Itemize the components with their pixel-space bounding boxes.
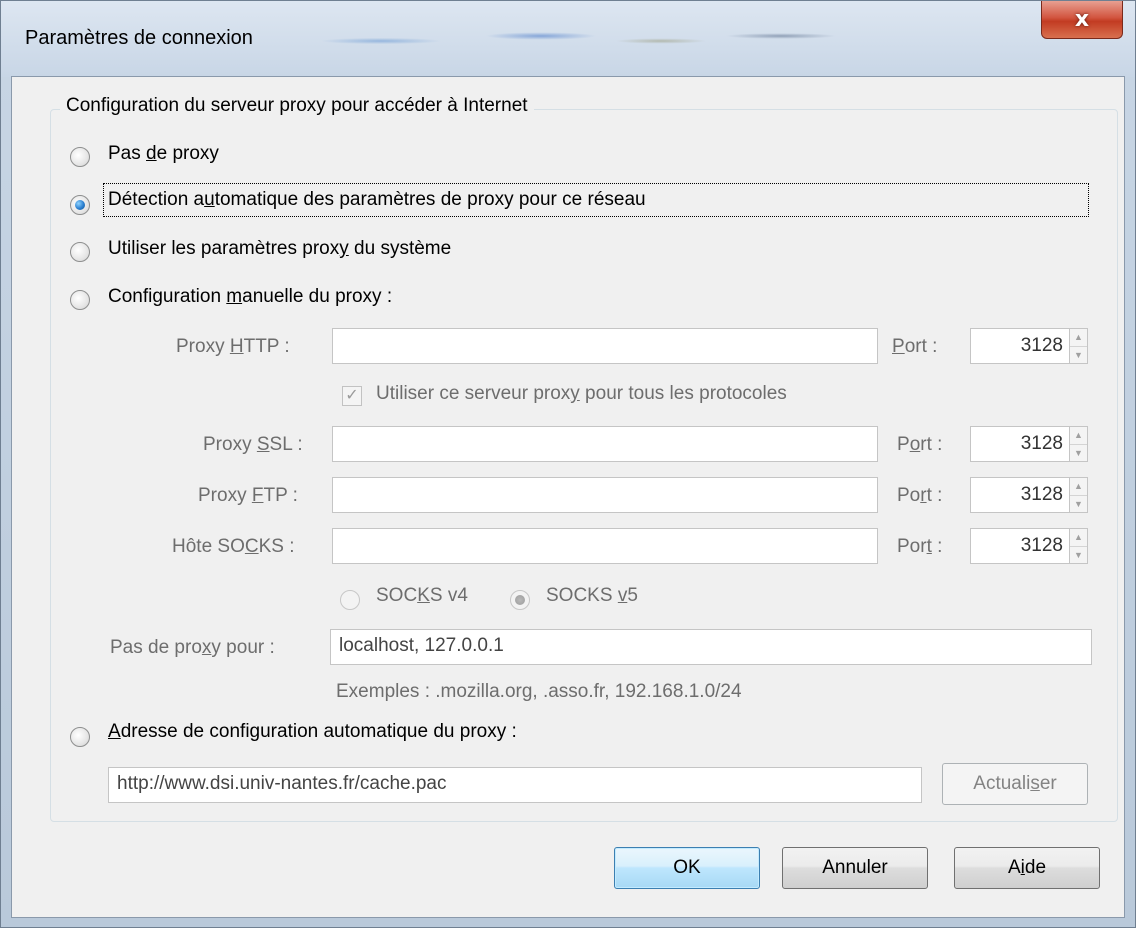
- share-settings-checkbox[interactable]: ✓: [342, 386, 362, 406]
- close-button[interactable]: x: [1041, 1, 1123, 39]
- radio-auto-detect[interactable]: [70, 195, 90, 215]
- ok-button[interactable]: OK: [614, 847, 760, 889]
- radio-no-proxy[interactable]: [70, 147, 90, 167]
- spin-up-icon[interactable]: ▲: [1070, 329, 1087, 347]
- radio-socks-v5-label[interactable]: SOCKS v5: [546, 585, 638, 607]
- http-port-field[interactable]: 3128: [970, 328, 1070, 364]
- pac-url-input[interactable]: http://www.dsi.univ-nantes.fr/cache.pac: [108, 767, 922, 803]
- no-proxy-examples: Exemples : .mozilla.org, .asso.fr, 192.1…: [336, 681, 742, 702]
- radio-system-proxy-label[interactable]: Utiliser les paramètres proxy du système: [108, 238, 451, 260]
- share-settings-label[interactable]: Utiliser ce serveur proxy pour tous les …: [376, 383, 787, 405]
- http-proxy-label: Proxy HTTP :: [176, 336, 290, 357]
- reload-pac-button[interactable]: Actuali s er: [942, 763, 1088, 805]
- spin-down-icon[interactable]: ▼: [1070, 547, 1087, 564]
- radio-socks-v4-label[interactable]: SOCKS v4: [376, 585, 468, 607]
- group-legend: Configuration du serveur proxy pour accé…: [60, 95, 534, 117]
- ftp-proxy-label: Proxy FTP :: [198, 485, 298, 506]
- spin-up-icon[interactable]: ▲: [1070, 427, 1087, 445]
- ssl-port-field[interactable]: 3128: [970, 426, 1070, 462]
- http-port-spinner[interactable]: 3128 ▲ ▼: [970, 328, 1088, 364]
- ftp-port-spinner[interactable]: 3128 ▲ ▼: [970, 477, 1088, 513]
- window-title: Paramètres de connexion: [25, 27, 253, 49]
- ftp-port-label: Port :: [897, 485, 943, 506]
- socks-port-label: Port :: [897, 536, 943, 557]
- http-proxy-input[interactable]: [332, 328, 878, 364]
- spin-down-icon[interactable]: ▼: [1070, 347, 1087, 364]
- ssl-port-label: Port :: [897, 434, 943, 455]
- ssl-proxy-input[interactable]: [332, 426, 878, 462]
- radio-auto-config-url-label[interactable]: Adresse de configuration automatique du …: [108, 721, 517, 743]
- no-proxy-for-label: Pas de proxy pour :: [110, 637, 275, 658]
- no-proxy-for-input[interactable]: localhost, 127.0.0.1: [330, 629, 1092, 665]
- spin-down-icon[interactable]: ▼: [1070, 496, 1087, 513]
- ssl-port-spinner[interactable]: 3128 ▲ ▼: [970, 426, 1088, 462]
- radio-socks-v4[interactable]: [340, 590, 360, 610]
- spin-up-icon[interactable]: ▲: [1070, 529, 1087, 547]
- cancel-button[interactable]: Annuler: [782, 847, 928, 889]
- help-button[interactable]: Ai de: [954, 847, 1100, 889]
- radio-manual-proxy[interactable]: [70, 290, 90, 310]
- radio-no-proxy-label[interactable]: Pas de proxy: [108, 143, 219, 165]
- dialog-body: Configuration du serveur proxy pour accé…: [11, 76, 1125, 918]
- radio-auto-detect-label[interactable]: Détection automatique des paramètres de …: [108, 189, 646, 211]
- close-icon: x: [1074, 7, 1090, 32]
- socks-host-label: Hôte SOCKS :: [172, 536, 295, 557]
- socks-host-input[interactable]: [332, 528, 878, 564]
- radio-auto-config-url[interactable]: [70, 727, 90, 747]
- spin-up-icon[interactable]: ▲: [1070, 478, 1087, 496]
- title-bar[interactable]: Paramètres de connexion x: [1, 1, 1135, 77]
- radio-system-proxy[interactable]: [70, 242, 90, 262]
- socks-port-field[interactable]: 3128: [970, 528, 1070, 564]
- ftp-proxy-input[interactable]: [332, 477, 878, 513]
- http-port-label: Port :: [892, 336, 938, 357]
- ssl-proxy-label: Proxy SSL :: [203, 434, 303, 455]
- socks-port-spinner[interactable]: 3128 ▲ ▼: [970, 528, 1088, 564]
- ftp-port-field[interactable]: 3128: [970, 477, 1070, 513]
- radio-manual-proxy-label[interactable]: Configuration manuelle du proxy :: [108, 286, 392, 308]
- spin-down-icon[interactable]: ▼: [1070, 445, 1087, 462]
- radio-socks-v5[interactable]: [510, 590, 530, 610]
- dialog-window: Paramètres de connexion x Configuration …: [0, 0, 1136, 928]
